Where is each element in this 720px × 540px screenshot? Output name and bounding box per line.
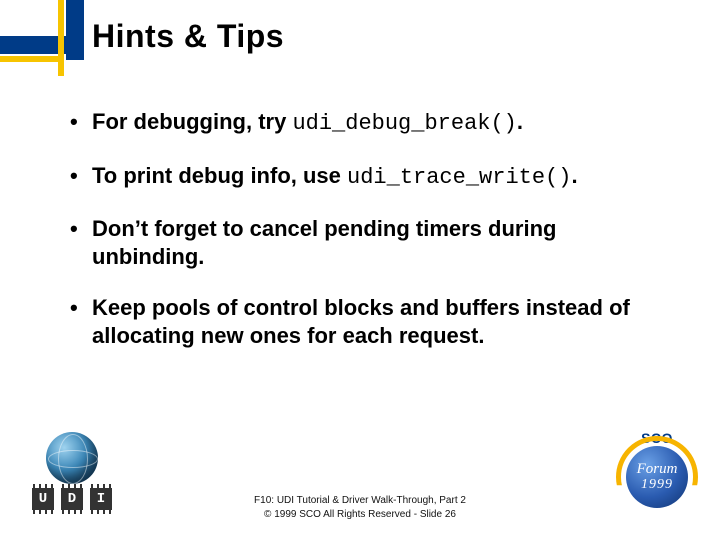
code-text: udi_trace_write() bbox=[347, 165, 571, 190]
bullet-text: Don’t forget to cancel pending timers du… bbox=[92, 216, 556, 269]
chip-icon: U bbox=[32, 488, 54, 510]
bullet-item: For debugging, try udi_debug_break(). bbox=[64, 108, 672, 138]
sco-forum-text: Forum bbox=[637, 462, 678, 477]
bullet-list: For debugging, try udi_debug_break(). To… bbox=[64, 108, 672, 373]
accent-bar-yellow-vertical bbox=[58, 0, 64, 76]
accent-bar-yellow-horizontal bbox=[0, 56, 64, 62]
chip-icon: D bbox=[61, 488, 83, 510]
globe-icon bbox=[46, 432, 98, 484]
udi-logo: U D I bbox=[28, 432, 116, 510]
udi-letter-i: I bbox=[97, 491, 105, 507]
bullet-item: To print debug info, use udi_trace_write… bbox=[64, 162, 672, 192]
udi-letter-d: D bbox=[68, 491, 76, 507]
bullet-text: To print debug info, use bbox=[92, 163, 347, 188]
code-text: udi_debug_break() bbox=[292, 111, 516, 136]
sco-year-text: 1999 bbox=[641, 478, 673, 492]
slide-title: Hints & Tips bbox=[92, 18, 284, 55]
udi-letter-u: U bbox=[39, 491, 47, 507]
bullet-text: . bbox=[517, 109, 523, 134]
globe-badge-icon: Forum 1999 bbox=[626, 446, 688, 508]
bullet-item: Keep pools of control blocks and buffers… bbox=[64, 294, 672, 349]
accent-bar-blue-horizontal bbox=[0, 36, 84, 54]
slide: Hints & Tips For debugging, try udi_debu… bbox=[0, 0, 720, 540]
bullet-text: . bbox=[571, 163, 577, 188]
sco-forum-logo: SCO Forum 1999 bbox=[616, 436, 698, 518]
udi-letters: U D I bbox=[32, 488, 112, 510]
bullet-item: Don’t forget to cancel pending timers du… bbox=[64, 215, 672, 270]
chip-icon: I bbox=[90, 488, 112, 510]
bullet-text: For debugging, try bbox=[92, 109, 292, 134]
bullet-text: Keep pools of control blocks and buffers… bbox=[92, 295, 630, 348]
